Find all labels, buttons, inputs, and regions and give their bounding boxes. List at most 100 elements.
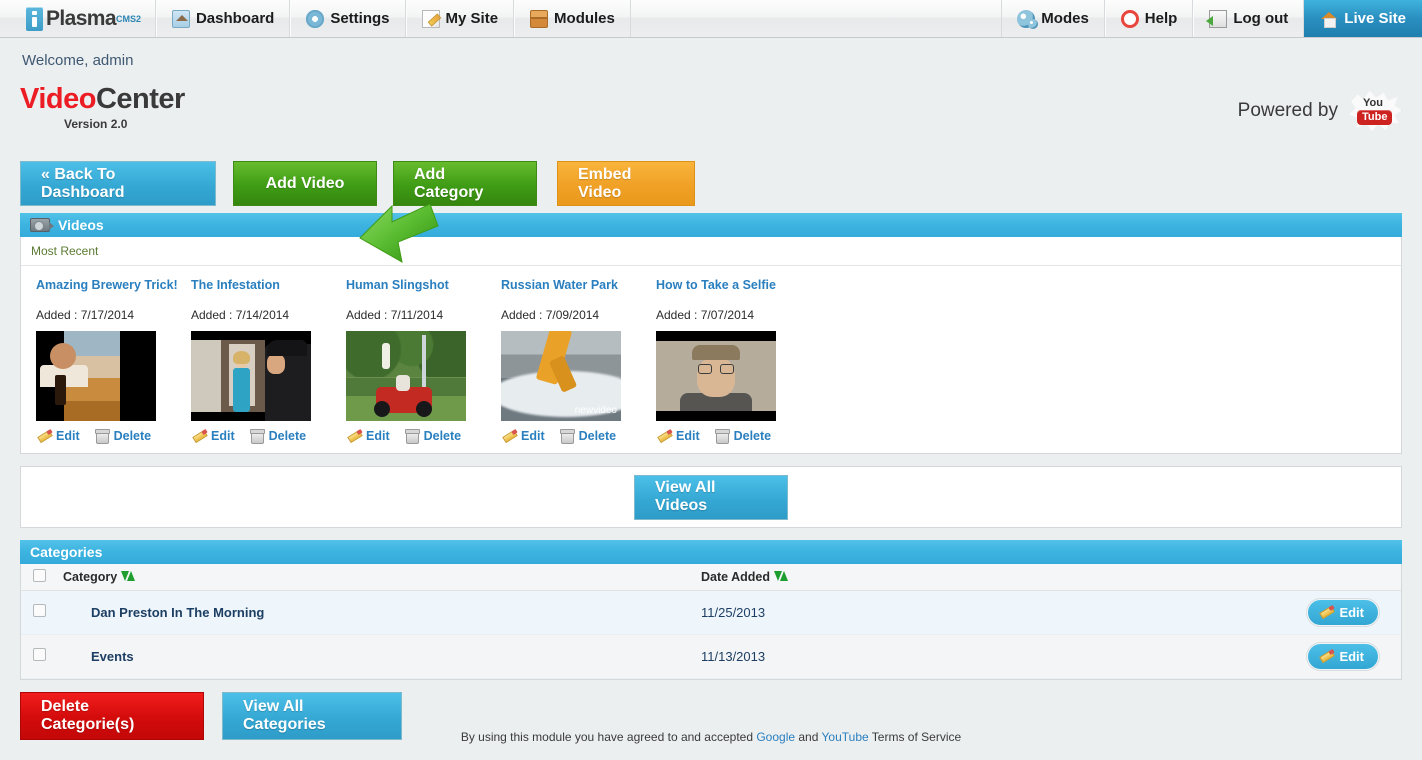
categories-panel: Categories Category Date Added Dan Prest…: [20, 540, 1402, 680]
video-thumbnail[interactable]: [191, 331, 311, 421]
nav-item-modules[interactable]: Modules: [514, 0, 631, 37]
nav-item-help[interactable]: Help: [1104, 0, 1194, 37]
youtube-logo: You Tube: [1348, 89, 1402, 133]
video-added-date: Added : 7/07/2014: [656, 308, 755, 322]
nav-item-live-site[interactable]: Live Site: [1304, 0, 1422, 37]
video-edit-label: Edit: [366, 429, 390, 443]
pencil-icon: [1318, 605, 1334, 619]
pencil-icon: [501, 429, 517, 443]
nav-item-modules-label: Modules: [554, 10, 615, 27]
back-to-dashboard-button[interactable]: « Back To Dashboard: [20, 161, 216, 206]
nav-item-settings[interactable]: Settings: [290, 0, 406, 37]
home-icon: [171, 9, 190, 28]
video-delete-link[interactable]: Delete: [559, 429, 616, 444]
nav-item-logout[interactable]: Log out: [1193, 0, 1305, 37]
column-header-actions: [1251, 564, 1401, 591]
sort-arrows-icon[interactable]: [774, 570, 788, 582]
page-title-red: Video: [20, 83, 96, 115]
video-card: Russian Water Park Added : 7/09/2014 new…: [501, 278, 656, 444]
video-delete-link[interactable]: Delete: [249, 429, 307, 444]
table-row: Dan Preston In The Morning 11/25/2013 Ed…: [21, 590, 1401, 635]
most-recent-label: Most Recent: [21, 237, 1401, 266]
categories-panel-header: Categories: [20, 540, 1402, 564]
video-card: How to Take a Selfie Added : 7/07/2014 E…: [656, 278, 811, 444]
nav-item-my-site[interactable]: My Site: [405, 0, 515, 37]
video-title[interactable]: Human Slingshot: [346, 278, 501, 292]
action-toolbar: « Back To Dashboard Add Video Add Category…: [20, 161, 1402, 213]
video-card: The Infestation Added : 7/14/2014 Edit D…: [191, 278, 346, 444]
video-edit-label: Edit: [676, 429, 700, 443]
video-edit-label: Edit: [56, 429, 80, 443]
footer-youtube-link[interactable]: YouTube: [822, 730, 869, 744]
nav-item-live-site-label: Live Site: [1344, 10, 1406, 27]
videos-panel-title: Videos: [58, 217, 104, 233]
thumbnail-art: [346, 331, 466, 421]
nav-spacer: [631, 0, 1003, 37]
video-title[interactable]: Amazing Brewery Trick!: [36, 278, 191, 292]
powered-by-label: Powered by: [1237, 100, 1338, 121]
sort-arrows-icon[interactable]: [121, 570, 136, 582]
video-camera-icon: [30, 218, 54, 232]
video-thumbnail[interactable]: [346, 331, 466, 421]
video-title[interactable]: The Infestation: [191, 278, 346, 292]
embed-video-button[interactable]: Embed Video: [557, 161, 695, 206]
nav-item-help-label: Help: [1144, 10, 1178, 27]
column-header-date-added-label: Date Added: [701, 569, 770, 584]
row-checkbox[interactable]: [33, 604, 46, 617]
gear-icon: [306, 9, 325, 28]
info-i-icon: [26, 6, 43, 31]
column-header-category-label: Category: [63, 569, 118, 584]
footer-and: and: [795, 729, 822, 744]
add-category-button[interactable]: Add Category: [393, 161, 537, 206]
video-thumbnail[interactable]: newvideo: [501, 331, 621, 421]
pencil-icon: [1318, 649, 1334, 663]
video-edit-label: Edit: [521, 429, 545, 443]
video-delete-link[interactable]: Delete: [714, 429, 771, 444]
column-header-category[interactable]: Category: [53, 564, 691, 591]
modes-gears-icon: [1017, 9, 1039, 29]
select-all-header: [21, 564, 53, 591]
nav-item-dashboard[interactable]: Dashboard: [155, 0, 291, 37]
select-all-checkbox[interactable]: [33, 568, 46, 582]
video-actions: Edit Delete: [346, 429, 501, 444]
view-all-videos-button[interactable]: View All Videos: [634, 474, 788, 520]
footer-text-start: By using this module you have agreed to …: [460, 729, 757, 744]
video-edit-link[interactable]: Edit: [36, 429, 80, 443]
video-title[interactable]: Russian Water Park: [501, 278, 656, 292]
videos-panel: Videos Most Recent Amazing Brewery Trick…: [20, 213, 1402, 454]
videos-panel-body: Most Recent Amazing Brewery Trick! Added…: [20, 237, 1402, 454]
video-delete-link[interactable]: Delete: [404, 429, 461, 444]
video-edit-link[interactable]: Edit: [346, 429, 390, 443]
video-edit-link[interactable]: Edit: [191, 429, 235, 443]
trash-icon: [559, 429, 575, 444]
video-actions: Edit Delete: [191, 429, 346, 444]
nav-item-logout-label: Log out: [1233, 10, 1289, 27]
category-edit-button[interactable]: Edit: [1307, 642, 1379, 670]
video-thumbnail[interactable]: [36, 331, 156, 421]
category-name-link[interactable]: Events: [63, 649, 134, 664]
nav-item-modes[interactable]: Modes: [1002, 0, 1105, 37]
video-delete-link[interactable]: Delete: [94, 429, 151, 444]
column-header-date-added[interactable]: Date Added: [691, 564, 1251, 591]
plasma-cms-logo[interactable]: Plasma CMS2: [0, 0, 156, 37]
welcome-message: Welcome, admin: [22, 52, 134, 69]
logo-superscript: CMS2: [115, 13, 141, 24]
version-label: Version 2.0: [64, 117, 128, 131]
video-edit-link[interactable]: Edit: [501, 429, 545, 443]
categories-panel-body: Category Date Added Dan Preston In The M…: [20, 564, 1402, 680]
category-edit-button[interactable]: Edit: [1307, 598, 1379, 626]
video-added-date: Added : 7/11/2014: [346, 308, 444, 322]
youtube-tube-text: Tube: [1357, 110, 1393, 125]
video-watermark: newvideo: [574, 405, 617, 416]
nav-item-my-site-label: My Site: [445, 10, 499, 27]
video-delete-label: Delete: [268, 429, 307, 443]
row-checkbox[interactable]: [33, 648, 46, 661]
video-actions: Edit Delete: [36, 429, 191, 444]
video-thumbnail[interactable]: [656, 331, 776, 421]
category-name-link[interactable]: Dan Preston In The Morning: [63, 605, 264, 620]
add-video-button[interactable]: Add Video: [233, 161, 377, 206]
footer-google-link[interactable]: Google: [756, 730, 795, 744]
video-edit-link[interactable]: Edit: [656, 429, 700, 443]
video-title[interactable]: How to Take a Selfie: [656, 278, 811, 292]
categories-panel-title: Categories: [30, 544, 103, 560]
